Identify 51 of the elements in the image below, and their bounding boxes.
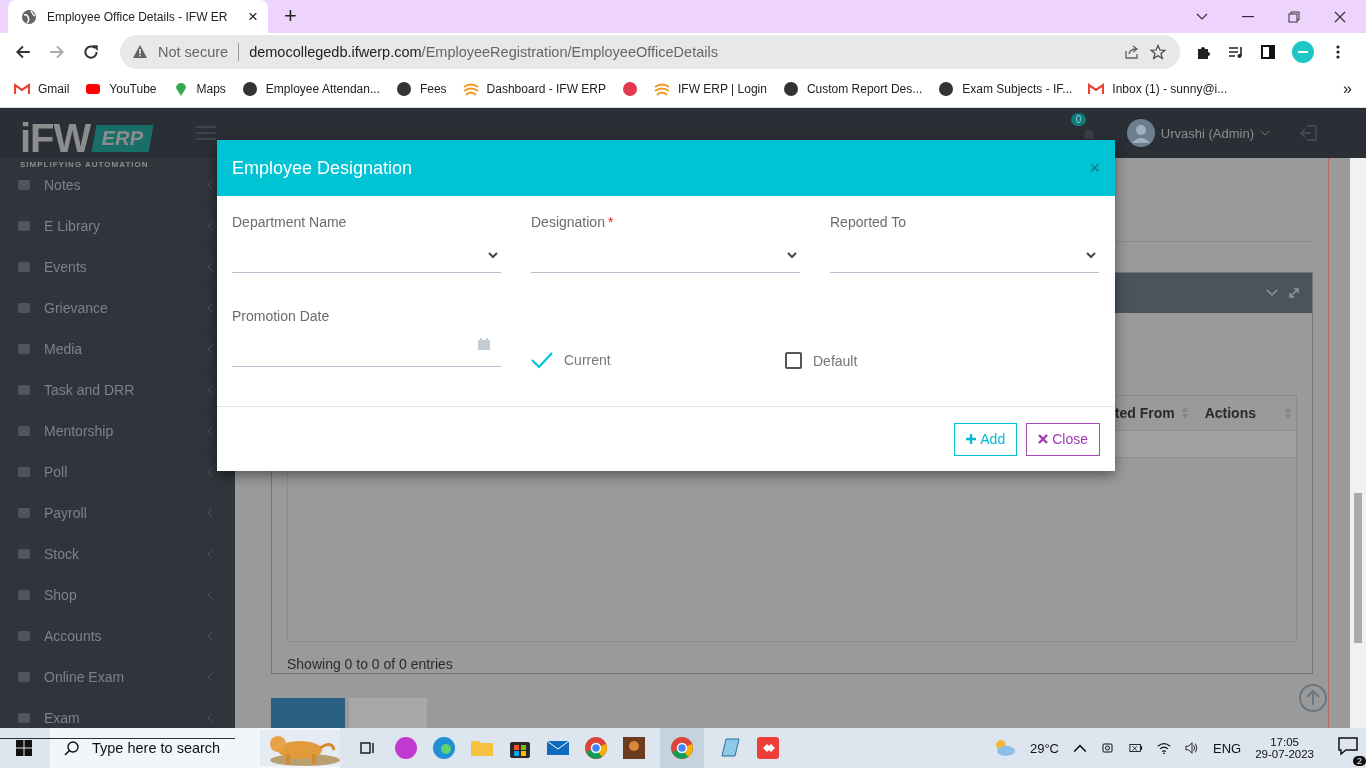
notification-count: 2 xyxy=(1353,756,1366,766)
column-header[interactable]: Actions xyxy=(1204,404,1256,421)
checkbox-label: Default xyxy=(813,352,858,369)
tab-title: Employee Office Details - IFW ER xyxy=(47,9,229,24)
bookmark[interactable]: Inbox (1) - sunny@i... xyxy=(1088,81,1228,97)
sidebar-item[interactable]: Accounts xyxy=(0,616,235,657)
field-label: Department Name xyxy=(232,214,348,230)
bookmark-label: Gmail xyxy=(38,82,70,96)
tab-close-button[interactable]: × xyxy=(248,6,258,27)
bookmark[interactable]: Custom Report Des... xyxy=(782,81,923,97)
bookmark[interactable]: YouTube xyxy=(85,81,157,97)
bookmark[interactable]: Exam Subjects - IF... xyxy=(938,81,1073,97)
bookmark-label: Employee Attendan... xyxy=(265,82,380,96)
new-tab-button[interactable]: + xyxy=(284,3,297,29)
browser-tab[interactable]: Employee Office Details - IFW ER × xyxy=(8,0,268,33)
sidebar-item[interactable]: Payroll xyxy=(0,493,235,534)
entries-info: Showing 0 to 0 of 0 entries xyxy=(287,655,454,672)
bookmark[interactable]: Employee Attendan... xyxy=(241,81,380,97)
bookmark-label: Custom Report Des... xyxy=(806,82,923,96)
bookmark-label: Inbox (1) - sunny@i... xyxy=(1112,82,1228,96)
address-bar[interactable]: Not secure democollegedb.ifwerp.com/EmployeeRegistration/EmployeeOfficeDetails xyxy=(120,35,1180,69)
column-header[interactable]: ted From xyxy=(1114,404,1175,421)
notification-count: 0 xyxy=(1070,113,1087,126)
dialog-title: Employee Designation xyxy=(232,157,414,179)
language-indicator[interactable]: ENG xyxy=(1213,740,1242,756)
bookmark-label: IFW ERP | Login xyxy=(678,82,767,96)
bookmark[interactable]: IFW ERP | Login xyxy=(654,81,767,97)
bookmark-label: YouTube xyxy=(109,82,157,96)
url-text: democollegedb.ifwerp.com/EmployeeRegistration/EmployeeOfficeDetails xyxy=(249,44,718,60)
clock[interactable]: 17:05 29-07-2023 xyxy=(1255,736,1314,760)
security-label: Not secure xyxy=(158,44,229,60)
more-bookmarks-button[interactable]: » xyxy=(1343,80,1352,98)
bookmark-label: Fees xyxy=(419,82,447,96)
taskbar-search-field[interactable]: Type here to search xyxy=(50,728,340,768)
field-label: Reported To xyxy=(830,214,907,230)
close-button[interactable]: Close xyxy=(1026,422,1100,456)
bookmark-label: Exam Subjects - IF... xyxy=(962,82,1073,96)
field-label: Designation * xyxy=(531,214,615,230)
bookmark[interactable]: Maps xyxy=(172,81,226,97)
sidebar-item[interactable]: Online Exam xyxy=(0,657,235,698)
bookmark[interactable]: Gmail xyxy=(14,81,70,97)
user-menu[interactable]: Urvashi (Admin) xyxy=(1160,125,1254,141)
bookmark[interactable]: Fees xyxy=(395,81,447,97)
sidebar-item[interactable]: Stock xyxy=(0,534,235,575)
sidebar-item[interactable]: Shop xyxy=(0,575,235,616)
temperature[interactable]: 29°C xyxy=(1029,740,1059,756)
bookmark-label: Dashboard - IFW ERP xyxy=(486,82,606,96)
bookmark-label: Maps xyxy=(196,82,226,96)
bookmark[interactable]: Dashboard - IFW ERP xyxy=(462,81,606,97)
checkbox-label: Current xyxy=(564,352,611,368)
field-label: Promotion Date xyxy=(232,308,331,324)
